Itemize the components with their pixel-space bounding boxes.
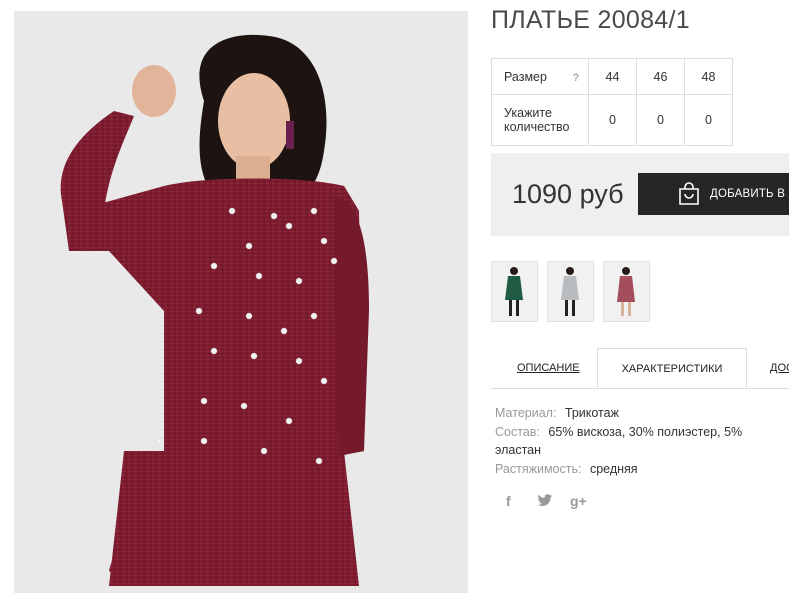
thumbnail-green-dress[interactable]	[491, 261, 538, 322]
thumbnail-burgundy-dress[interactable]	[603, 261, 650, 322]
characteristics-list: Материал: Трикотаж Состав: 65% вискоза, …	[495, 404, 789, 478]
thumbnail-grey-dress[interactable]	[547, 261, 594, 322]
google-plus-icon[interactable]: g+	[570, 493, 587, 509]
add-to-cart-button[interactable]: ДОБАВИТЬ В З	[638, 173, 789, 215]
twitter-bird-icon	[538, 494, 552, 506]
tab-description[interactable]: ОПИСАНИЕ	[517, 348, 580, 388]
quantity-input-46[interactable]: 0	[636, 94, 685, 146]
quantity-input-44[interactable]: 0	[588, 94, 637, 146]
thumbnail-grey-dress-image	[561, 267, 579, 316]
characteristic-row: Растяжимость: средняя	[495, 460, 789, 479]
shopping-bag-icon	[679, 182, 699, 205]
quantity-label: Укажите количество	[491, 94, 589, 146]
quantity-label-line2: количество	[504, 120, 570, 134]
facebook-icon[interactable]: f	[506, 493, 511, 509]
size-table: Размер ? 44 46 48 Укажите количество 0 0…	[491, 58, 733, 146]
characteristic-value: средняя	[589, 461, 638, 476]
thumbnail-burgundy-dress-image	[617, 267, 635, 316]
size-44: 44	[588, 58, 637, 95]
quantity-input-48[interactable]: 0	[684, 94, 733, 146]
add-to-cart-label: ДОБАВИТЬ В З	[710, 188, 789, 200]
size-row: Размер ? 44 46 48	[491, 58, 733, 95]
size-48: 48	[684, 58, 733, 95]
thumbnail-green-dress-image	[505, 267, 523, 316]
characteristic-key: Растяжимость:	[495, 461, 582, 476]
size-label: Размер	[504, 69, 547, 84]
size-46: 46	[636, 58, 685, 95]
characteristic-value: Трикотаж	[564, 406, 619, 420]
price-panel: 1090 руб ДОБАВИТЬ В З	[491, 153, 789, 236]
characteristic-key: Материал:	[495, 406, 557, 420]
size-label-cell: Размер ?	[491, 58, 589, 95]
tab-characteristics[interactable]: ХАРАКТЕРИСТИКИ	[597, 348, 747, 388]
tab-delivery[interactable]: ДОС	[770, 348, 789, 388]
characteristic-row: Материал: Трикотаж	[495, 404, 789, 423]
characteristic-row: Состав: 65% вискоза, 30% полиэстер, 5% э…	[495, 423, 789, 460]
characteristic-key: Состав:	[495, 424, 540, 439]
product-tabs: ОПИСАНИЕ ХАРАКТЕРИСТИКИ ДОС	[491, 348, 789, 389]
price: 1090 руб	[512, 179, 624, 209]
quantity-label-line1: Укажите	[504, 106, 552, 120]
twitter-icon[interactable]	[538, 493, 552, 509]
size-help-icon[interactable]: ?	[572, 72, 579, 84]
product-photo[interactable]	[14, 11, 468, 593]
dress-model-image	[60, 34, 369, 586]
product-title: ПЛАТЬЕ 20084/1	[491, 6, 690, 34]
quantity-row: Укажите количество 0 0 0	[491, 94, 733, 146]
